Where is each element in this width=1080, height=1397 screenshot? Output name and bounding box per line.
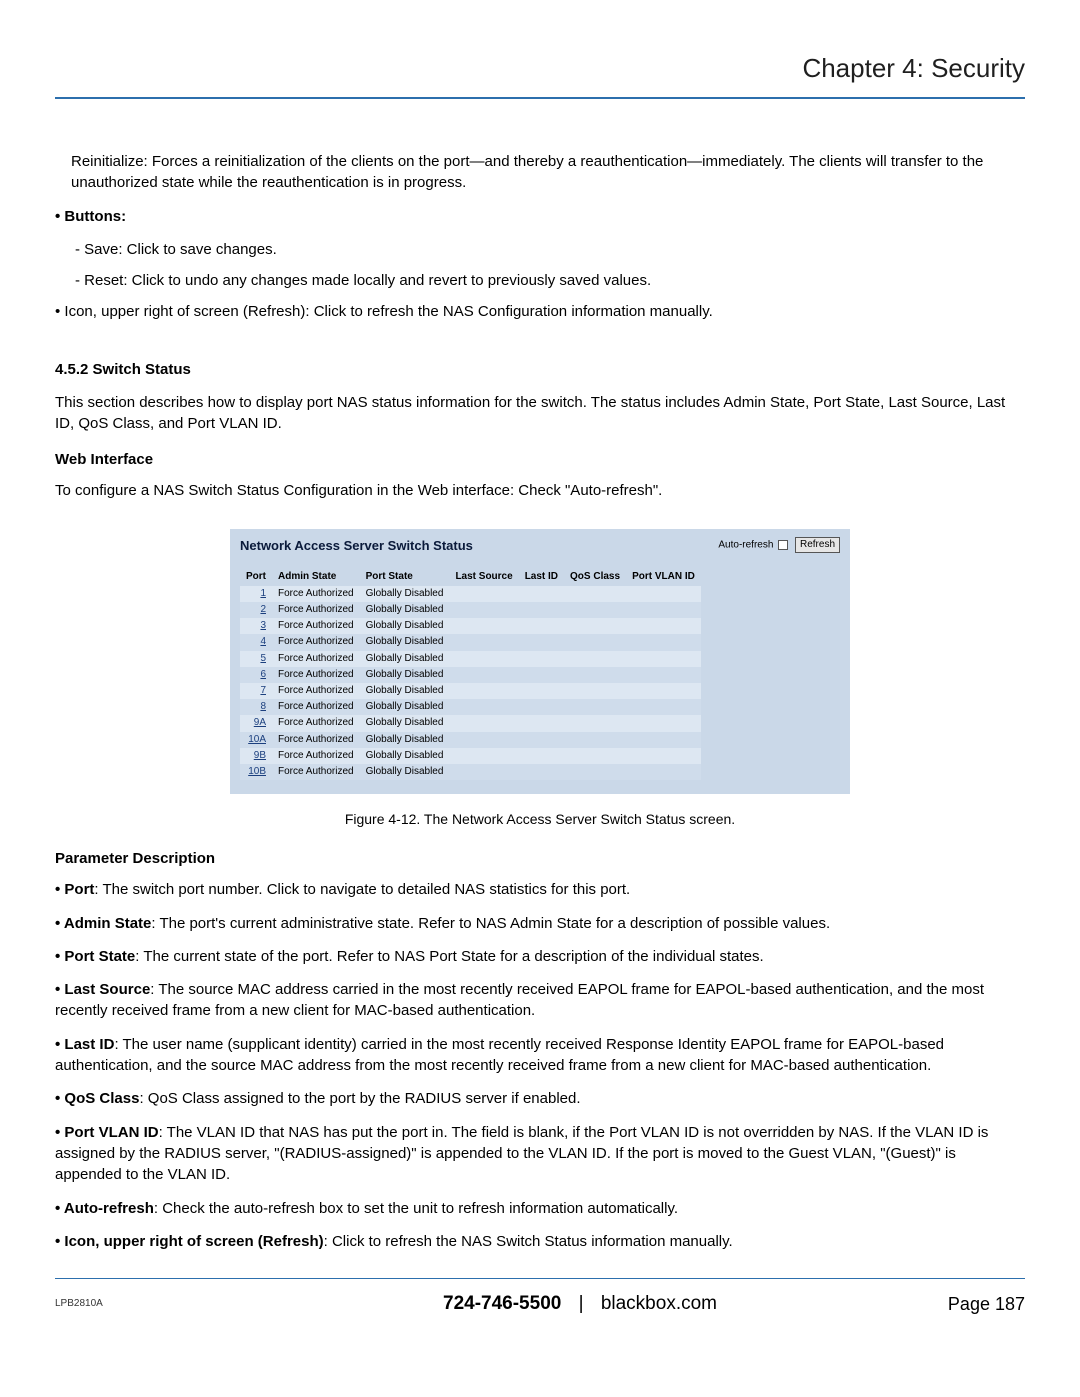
web-interface-desc: To configure a NAS Switch Status Configu… (55, 480, 1025, 501)
param-item: • Admin State: The port's current admini… (55, 913, 1025, 934)
port-link[interactable]: 2 (240, 602, 272, 618)
table-row: 5Force AuthorizedGlobally Disabled (240, 651, 701, 667)
param-item: • Last ID: The user name (supplicant ide… (55, 1034, 1025, 1077)
table-row: 10AForce AuthorizedGlobally Disabled (240, 732, 701, 748)
col-port: Port (240, 568, 272, 586)
col-lastsource: Last Source (449, 568, 518, 586)
footer-model: LPB2810A (55, 1297, 275, 1311)
port-link[interactable]: 4 (240, 634, 272, 650)
table-row: 6Force AuthorizedGlobally Disabled (240, 667, 701, 683)
port-link[interactable]: 6 (240, 667, 272, 683)
chapter-header: Chapter 4: Security (55, 50, 1025, 99)
table-row: 8Force AuthorizedGlobally Disabled (240, 699, 701, 715)
table-row: 3Force AuthorizedGlobally Disabled (240, 618, 701, 634)
table-row: 7Force AuthorizedGlobally Disabled (240, 683, 701, 699)
auto-refresh-checkbox[interactable] (778, 540, 788, 550)
refresh-button[interactable]: Refresh (795, 537, 840, 553)
port-link[interactable]: 10B (240, 764, 272, 780)
paragraph-reinit: Reinitialize: Forces a reinitialization … (55, 151, 1025, 194)
status-table: Port Admin State Port State Last Source … (240, 568, 701, 780)
port-link[interactable]: 8 (240, 699, 272, 715)
param-desc-hdr: Parameter Description (55, 848, 1025, 869)
param-item: • Last Source: The source MAC address ca… (55, 979, 1025, 1022)
col-lastid: Last ID (519, 568, 564, 586)
footer-page: Page 187 (885, 1292, 1025, 1318)
buttons-heading: • Buttons: (55, 206, 1025, 227)
table-header-row: Port Admin State Port State Last Source … (240, 568, 701, 586)
section-title: 4.5.2 Switch Status (55, 359, 1025, 380)
param-item: • QoS Class: QoS Class assigned to the p… (55, 1088, 1025, 1109)
table-row: 4Force AuthorizedGlobally Disabled (240, 634, 701, 650)
auto-refresh-label: Auto-refresh (718, 540, 773, 551)
footer-contact: 724-746-5500 | blackbox.com (275, 1291, 885, 1318)
section-desc: This section describes how to display po… (55, 392, 1025, 435)
web-interface-hdr: Web Interface (55, 449, 1025, 470)
port-link[interactable]: 7 (240, 683, 272, 699)
col-portstate: Port State (360, 568, 450, 586)
table-row: 1Force AuthorizedGlobally Disabled (240, 586, 701, 602)
switch-status-figure: Auto-refresh Refresh Network Access Serv… (230, 529, 850, 794)
port-link[interactable]: 5 (240, 651, 272, 667)
reset-line: - Reset: Click to undo any changes made … (55, 270, 1025, 291)
param-item: • Port VLAN ID: The VLAN ID that NAS has… (55, 1122, 1025, 1186)
port-link[interactable]: 9A (240, 715, 272, 731)
icon-refresh-line: • Icon, upper right of screen (Refresh):… (55, 301, 1025, 322)
table-row: 9BForce AuthorizedGlobally Disabled (240, 748, 701, 764)
param-item: • Port: The switch port number. Click to… (55, 879, 1025, 900)
port-link[interactable]: 9B (240, 748, 272, 764)
table-row: 2Force AuthorizedGlobally Disabled (240, 602, 701, 618)
table-row: 9AForce AuthorizedGlobally Disabled (240, 715, 701, 731)
param-item: • Port State: The current state of the p… (55, 946, 1025, 967)
port-link[interactable]: 10A (240, 732, 272, 748)
col-admin: Admin State (272, 568, 360, 586)
param-item: • Icon, upper right of screen (Refresh):… (55, 1231, 1025, 1252)
col-qos: QoS Class (564, 568, 626, 586)
param-item: • Auto-refresh: Check the auto-refresh b… (55, 1198, 1025, 1219)
table-row: 10BForce AuthorizedGlobally Disabled (240, 764, 701, 780)
col-pvlan: Port VLAN ID (626, 568, 701, 586)
port-link[interactable]: 1 (240, 586, 272, 602)
save-line: - Save: Click to save changes. (55, 239, 1025, 260)
figure-caption: Figure 4-12. The Network Access Server S… (55, 810, 1025, 830)
port-link[interactable]: 3 (240, 618, 272, 634)
